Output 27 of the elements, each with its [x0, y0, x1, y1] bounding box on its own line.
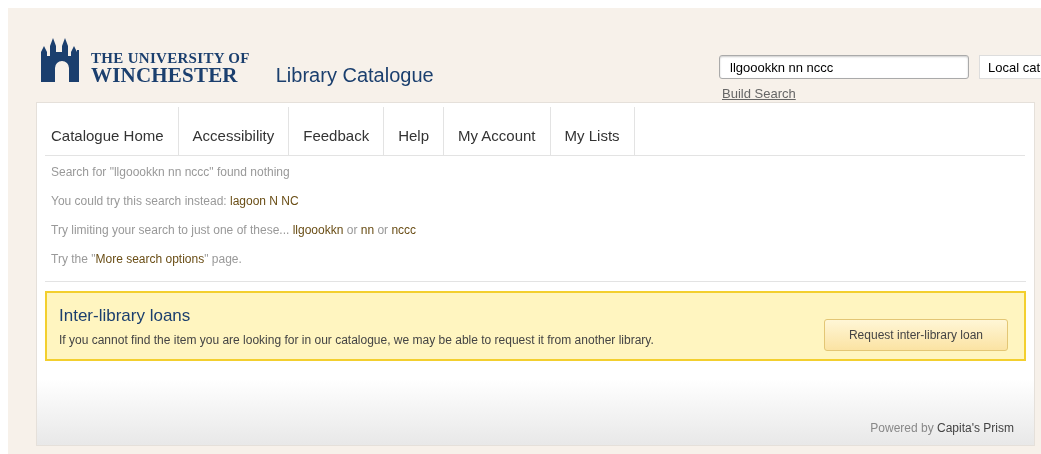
search-message: Try the "More search options" page. [51, 252, 243, 267]
request-loan-button[interactable]: Request inter-library loan [823, 319, 1008, 351]
logo-wordmark: THE UNIVERSITY OF [91, 52, 250, 66]
build-search-link[interactable]: Build Search [722, 86, 796, 101]
nav-tab[interactable]: My Account [444, 107, 551, 155]
box-text: If you cannot find the item you are looking for in our catalogue, we may be able to request it from another library. [59, 332, 654, 347]
search-message: Try limiting your search to just one of these... llgoookkn or nn or nccc [51, 223, 418, 238]
suggestion-link[interactable]: llgoookkn [292, 223, 344, 237]
search-field[interactable]: llgoookkn nn nccc [719, 55, 969, 79]
search-message: You could try this search instead: lagoon N NC [51, 194, 300, 209]
nav-tab[interactable]: Catalogue Home [45, 107, 179, 155]
nav-tab[interactable]: My Lists [550, 107, 635, 155]
box-heading: Inter-library loans [59, 305, 192, 326]
footer-link[interactable]: Capita's Prism [937, 421, 1014, 435]
suggestion-link[interactable]: nccc [391, 223, 417, 237]
cathedral-logo-icon [39, 38, 81, 82]
powered-by-text: Powered by Capita's Prism [870, 421, 1014, 435]
search-message: Search for "llgoookkn nn nccc" found nothing [51, 165, 291, 180]
logo-wordmark: WINCHESTER [91, 65, 238, 85]
nav-tab[interactable]: Accessibility [178, 107, 290, 155]
nav-tab[interactable]: Feedback [289, 107, 385, 155]
site-title: Library Catalogue [275, 64, 434, 87]
scope-dropdown[interactable]: Local cat [979, 55, 1041, 79]
suggestion-link[interactable]: lagoon N NC [230, 194, 299, 208]
suggestion-link[interactable]: nn [360, 223, 375, 237]
nav-tab[interactable]: Help [384, 107, 444, 155]
suggestion-link[interactable]: More search options [95, 252, 205, 266]
